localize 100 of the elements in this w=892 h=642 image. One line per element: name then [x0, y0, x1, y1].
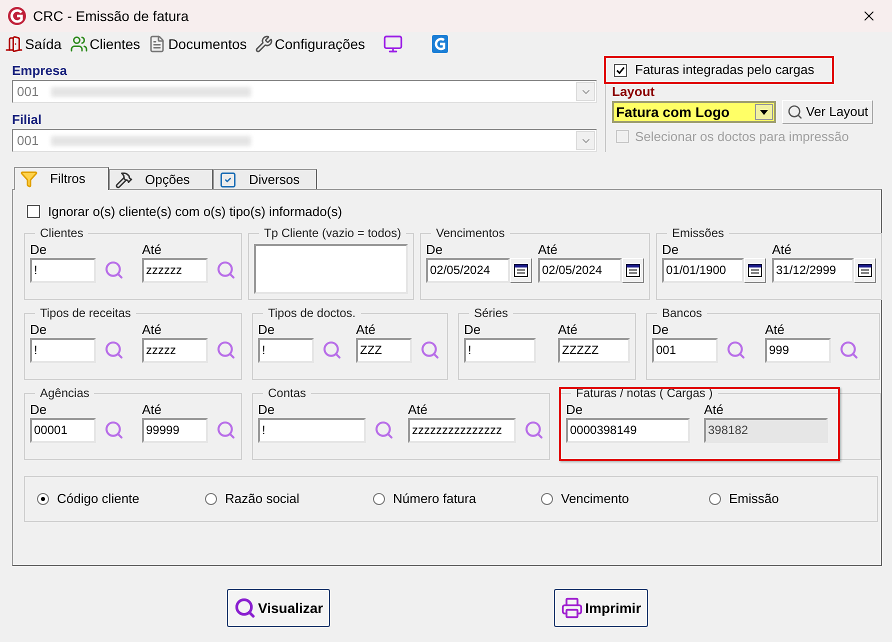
text-field[interactable]: !: [464, 338, 536, 362]
text-field[interactable]: !: [30, 258, 96, 282]
tab[interactable]: Diversos: [213, 169, 317, 189]
preview-button[interactable]: Visualizar: [227, 589, 330, 627]
search-icon[interactable]: [216, 420, 236, 440]
text-field[interactable]: zzzzzzzzzzzzzzz: [408, 418, 516, 442]
group-title: Emissões: [671, 226, 726, 240]
calendar-icon: [626, 264, 640, 276]
search-icon[interactable]: [104, 260, 124, 280]
tab[interactable]: Filtros: [14, 167, 109, 190]
radio-label: Número fatura: [393, 490, 476, 508]
search-icon[interactable]: [726, 340, 746, 360]
checkbox-label: Selecionar os doctos para impressão: [635, 128, 849, 146]
dropdown-value: 001: [17, 82, 39, 101]
radio-label: Vencimento: [561, 490, 629, 508]
toolbar-button[interactable]: Documentos: [148, 33, 247, 55]
text-field[interactable]: !: [258, 418, 366, 442]
radio-button[interactable]: [373, 492, 385, 504]
text-field[interactable]: ZZZZZ: [558, 338, 630, 362]
search-icon: [234, 597, 256, 619]
search-icon[interactable]: [322, 340, 342, 360]
field-label: Até: [772, 240, 793, 258]
radio-button[interactable]: [709, 492, 721, 504]
search-icon[interactable]: [104, 340, 124, 360]
field-label: Até: [142, 240, 163, 258]
search-icon: [787, 104, 803, 120]
toolbar-button[interactable]: Clientes: [70, 33, 140, 55]
field-label: Layout: [612, 84, 656, 99]
app-logo-icon: [7, 6, 27, 26]
dropdown-value: 001: [17, 132, 39, 150]
radio-label: Razão social: [225, 490, 300, 508]
document-icon: [148, 35, 166, 53]
radio-button[interactable]: [37, 492, 49, 504]
text-field[interactable]: 02/05/2024: [426, 258, 510, 282]
search-icon[interactable]: [216, 260, 236, 280]
text-field[interactable]: 01/01/1900: [662, 258, 744, 282]
search-icon[interactable]: [374, 420, 394, 440]
text-field[interactable]: 00001: [30, 418, 96, 442]
toolbar-button[interactable]: Configurações: [254, 33, 366, 55]
text-field[interactable]: zzzzzz: [142, 258, 208, 282]
field-label: De: [566, 400, 584, 418]
people-icon: [70, 35, 88, 53]
field-label: Até: [704, 400, 725, 418]
text-field[interactable]: 99999: [142, 418, 208, 442]
field-label: De: [662, 240, 680, 258]
dropdown-arrow-button[interactable]: [755, 104, 773, 120]
tools-icon: [115, 170, 133, 188]
field-label: De: [426, 240, 444, 258]
ver-layout-button[interactable]: Ver Layout: [782, 100, 874, 124]
group-title: Tp Cliente (vazio = todos): [263, 226, 402, 240]
dropdown[interactable]: 001: [12, 80, 597, 103]
text-field[interactable]: 999: [765, 338, 831, 362]
group-title: Clientes: [39, 226, 84, 240]
field-label: De: [30, 400, 48, 418]
checkbox[interactable]: [27, 205, 40, 218]
calendar-button[interactable]: [510, 258, 532, 282]
list-box[interactable]: [254, 244, 408, 294]
text-field[interactable]: !: [30, 338, 96, 362]
group-title: Tipos de doctos.: [267, 306, 357, 320]
dropdown[interactable]: 001: [12, 129, 597, 152]
field-label: De: [464, 320, 482, 338]
group-title: Faturas / notas ( Cargas ): [575, 386, 714, 400]
radio-button[interactable]: [541, 492, 553, 504]
search-icon[interactable]: [216, 340, 236, 360]
field-label: De: [258, 320, 276, 338]
tools-icon: [254, 35, 273, 53]
group-title: Agências: [39, 386, 90, 400]
text-field[interactable]: 001: [652, 338, 718, 362]
group-title: Tipos de receitas: [39, 306, 132, 320]
checkbox-icon: [219, 170, 237, 188]
calendar-button[interactable]: [744, 258, 766, 282]
text-field[interactable]: ZZZ: [356, 338, 412, 362]
search-icon[interactable]: [524, 420, 544, 440]
field-label: Até: [356, 320, 377, 338]
funnel-icon: [20, 170, 38, 188]
calendar-button[interactable]: [854, 258, 876, 282]
group-title: Vencimentos: [435, 226, 506, 240]
app-logo-icon: [431, 34, 450, 54]
print-button[interactable]: Imprimir: [554, 589, 648, 627]
field-label: De: [258, 400, 276, 418]
checkbox[interactable]: [614, 64, 627, 76]
radio-button[interactable]: [205, 492, 217, 504]
search-icon[interactable]: [839, 340, 859, 360]
calendar-icon: [514, 264, 528, 276]
checkbox-label: Ignorar o(s) cliente(s) com o(s) tipo(s) informado(s): [48, 203, 342, 221]
toolbar-button[interactable]: Saída: [5, 33, 62, 55]
calendar-button[interactable]: [622, 258, 644, 282]
search-icon[interactable]: [420, 340, 440, 360]
text-field[interactable]: 31/12/2999: [772, 258, 854, 282]
radio-label: Código cliente: [57, 490, 140, 508]
layout-dropdown[interactable]: Fatura com Logo: [612, 101, 776, 123]
text-field[interactable]: 0000398149: [566, 418, 690, 442]
field-label: De: [30, 320, 48, 338]
text-field[interactable]: !: [258, 338, 314, 362]
text-field[interactable]: zzzzz: [142, 338, 208, 362]
group-title: Séries: [473, 306, 510, 320]
search-icon[interactable]: [104, 420, 124, 440]
tab[interactable]: Opções: [109, 169, 213, 189]
text-field[interactable]: 02/05/2024: [538, 258, 622, 282]
radio-label: Emissão: [729, 490, 779, 508]
